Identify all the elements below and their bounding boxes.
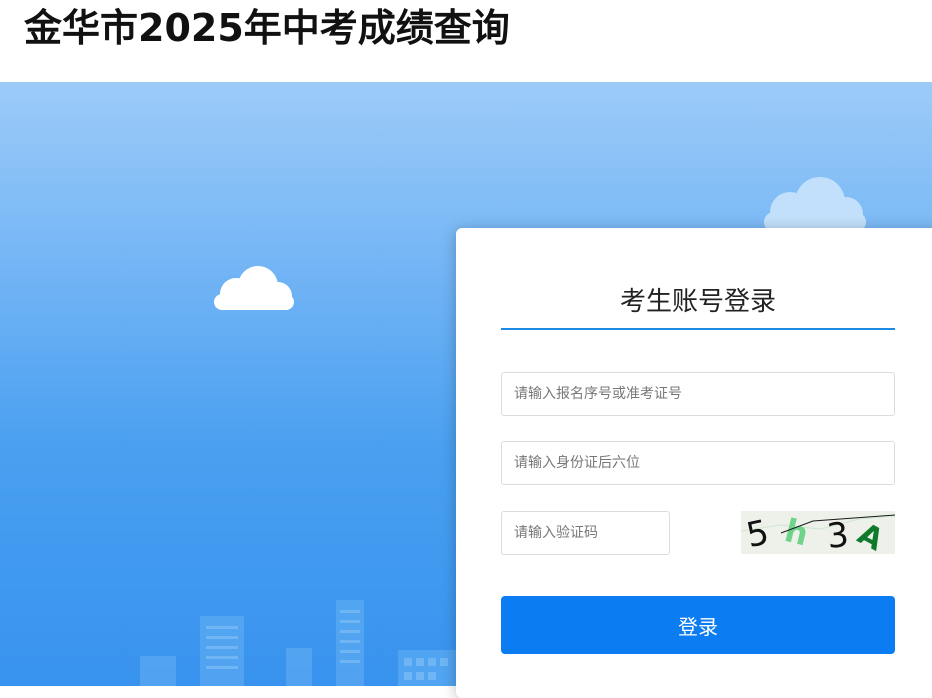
page-header: 金华市2025年中考成绩查询 [0,0,932,82]
cloud-icon [764,177,866,232]
id-card-input[interactable] [501,441,895,485]
login-button[interactable]: 登录 [501,596,895,654]
exam-number-input[interactable] [501,372,895,416]
city-skyline [140,600,458,686]
page-title: 金华市2025年中考成绩查询 [24,6,510,50]
login-panel: 考生账号登录 5 h 3 A 登录 [456,228,932,698]
captcha-graphic: 5 h 3 A [741,511,895,554]
captcha-input[interactable] [501,511,670,555]
login-title: 考生账号登录 [501,286,895,330]
captcha-image[interactable]: 5 h 3 A [741,511,895,554]
cloud-icon [214,266,294,310]
captcha-char: 3 [825,515,851,554]
